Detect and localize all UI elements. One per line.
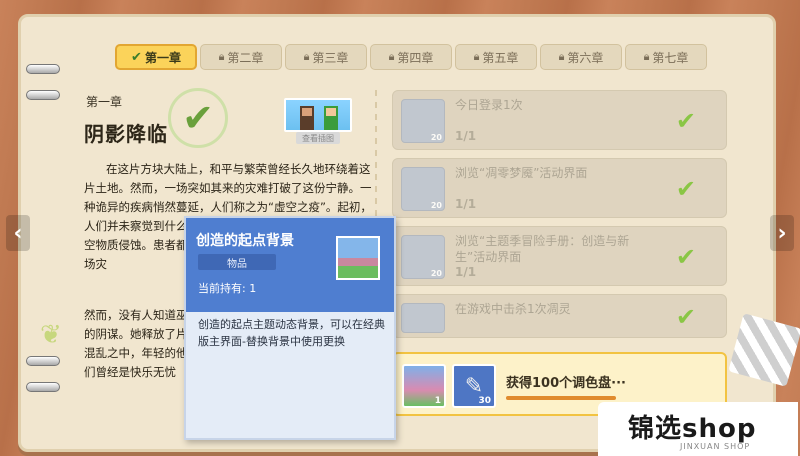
chapter-title: 阴影降临	[84, 122, 168, 146]
shop-watermark: 锦选shop JINXUAN SHOP	[598, 402, 798, 456]
tab-label: 第七章	[652, 50, 689, 65]
lock-icon: 🔒︎	[558, 50, 565, 63]
tooltip-description: 创造的起点主题动态背景，可以在经典版主界面-替换背景中使用更换	[198, 318, 385, 348]
lock-icon: 🔒︎	[388, 50, 395, 63]
check-icon: ✔	[675, 175, 696, 203]
lock-icon: 🔒︎	[218, 50, 225, 63]
lock-icon: 🔒︎	[643, 50, 650, 63]
binder-ring	[26, 382, 60, 392]
lock-icon: 🔒︎	[303, 50, 310, 63]
feather-icon[interactable]: ✎ 30	[452, 364, 496, 408]
binder-ring	[26, 64, 60, 74]
quest-item[interactable]: 在游戏中击杀1次凋灵 ✔	[392, 294, 727, 338]
check-icon: ✔	[675, 303, 696, 331]
chapter-number: 第一章	[86, 95, 123, 109]
quest-progress: 1/1	[455, 265, 477, 279]
check-icon: ✔	[131, 49, 142, 65]
tab-chapter-5[interactable]: 🔒︎ 第五章	[455, 44, 537, 70]
reward-progress-bar	[506, 396, 616, 400]
tab-label: 第四章	[397, 50, 434, 65]
check-icon: ✔	[675, 243, 696, 271]
tab-chapter-2[interactable]: 🔒︎ 第二章	[200, 44, 282, 70]
quest-progress: 1/1	[455, 197, 477, 211]
next-page-arrow-icon[interactable]: ›	[770, 215, 794, 251]
tab-chapter-7[interactable]: 🔒︎ 第七章	[625, 44, 707, 70]
chapter-story-text-tail: 然而，没有人知道巫的阴谋。她释放了片混乱之中，年轻的他们曾经是快乐无忧	[84, 308, 188, 379]
reward-title: 获得100个调色盘···	[506, 376, 626, 391]
watermark-subtitle: JINXUAN SHOP	[680, 442, 751, 451]
palette-icon: 20	[401, 235, 445, 279]
illustration-badge[interactable]: 查看插图	[296, 132, 340, 144]
chapter-illustration[interactable]	[284, 98, 352, 132]
tab-chapter-6[interactable]: 🔒︎ 第六章	[540, 44, 622, 70]
tab-label: 第六章	[567, 50, 604, 65]
tab-chapter-1[interactable]: ✔ 第一章	[115, 44, 197, 70]
tab-label: 第五章	[482, 50, 519, 65]
character-steve	[300, 106, 314, 130]
prev-page-arrow-icon[interactable]: ‹	[6, 215, 30, 251]
tab-label: 第二章	[227, 50, 264, 65]
lock-icon: 🔒︎	[473, 50, 480, 63]
quest-reward-count: 20	[430, 133, 442, 142]
quest-title: 浏览“凋零梦魇”活动界面	[455, 166, 588, 180]
quest-progress: 1/1	[455, 129, 477, 143]
tooltip-owned-count: 当前持有: 1	[198, 282, 257, 295]
tab-chapter-4[interactable]: 🔒︎ 第四章	[370, 44, 452, 70]
quest-item[interactable]: 20 浏览“凋零梦魇”活动界面 1/1 ✔	[392, 158, 727, 218]
quest-title: 在游戏中击杀1次凋灵	[455, 302, 571, 316]
quest-title: 今日登录1次	[455, 98, 523, 112]
quest-reward-count: 20	[430, 201, 442, 210]
reward-count: 30	[478, 396, 491, 406]
watermark-title: 锦选shop	[628, 414, 757, 444]
binder-ring	[26, 90, 60, 100]
binder-ring	[26, 356, 60, 366]
reward-count: 1	[434, 396, 441, 406]
palette-icon	[401, 303, 445, 333]
tab-chapter-3[interactable]: 🔒︎ 第三章	[285, 44, 367, 70]
character-alex	[324, 106, 338, 130]
quest-reward-count: 20	[430, 269, 442, 278]
item-tooltip: 创造的起点背景 物品 当前持有: 1 创造的起点主题动态背景，可以在经典版主界面…	[184, 216, 396, 440]
chapter-tabs: ✔ 第一章 🔒︎ 第二章 🔒︎ 第三章 🔒︎ 第四章 🔒︎ 第五章 🔒︎ 第六章…	[115, 44, 707, 70]
leaf-decoration-icon: ❦	[40, 320, 62, 350]
quest-title: 浏览“主题季冒险手册：创造与新生”活动界面	[455, 234, 630, 264]
tooltip-item-tag: 物品	[198, 254, 276, 270]
tooltip-item-name: 创造的起点背景	[196, 233, 294, 249]
palette-icon: 20	[401, 99, 445, 143]
tooltip-item-image	[336, 236, 380, 280]
quest-item[interactable]: 20 今日登录1次 1/1 ✔	[392, 90, 727, 150]
background-reward-thumb[interactable]: 1	[402, 364, 446, 408]
quest-list: 20 今日登录1次 1/1 ✔ 20 浏览“凋零梦魇”活动界面 1/1 ✔ 20…	[392, 90, 727, 346]
chapter-complete-check-icon: ✔	[168, 88, 228, 148]
tab-label: 第三章	[312, 50, 349, 65]
palette-icon: 20	[401, 167, 445, 211]
quest-item[interactable]: 20 浏览“主题季冒险手册：创造与新生”活动界面 1/1 ✔	[392, 226, 727, 286]
tab-label: 第一章	[144, 50, 181, 65]
check-icon: ✔	[675, 107, 696, 135]
